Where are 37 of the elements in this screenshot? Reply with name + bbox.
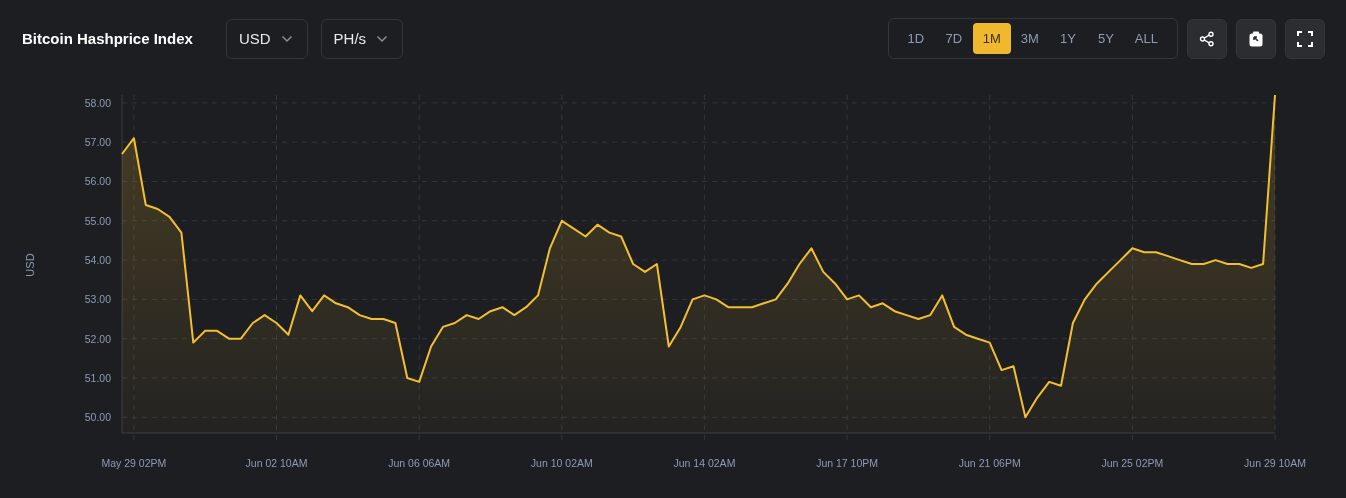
chevron-icon (280, 34, 293, 43)
share-button[interactable] (1187, 18, 1227, 59)
x-axis-label: May 29 02PM (101, 457, 167, 469)
range-tab[interactable]: ALL (1124, 23, 1168, 54)
range-tab[interactable]: 1D (896, 23, 935, 54)
y-axis-title: USD (24, 253, 36, 277)
clipboard-icon (1249, 30, 1263, 47)
y-axis-label: 54.00 (84, 254, 111, 267)
chevron-icon (376, 34, 389, 43)
fullscreen-button[interactable] (1285, 18, 1325, 59)
fullscreen-icon (1297, 30, 1313, 47)
unit-dropdown[interactable]: PH/s (320, 18, 404, 59)
x-axis-label: Jun 21 06PM (958, 457, 1021, 469)
range-tab[interactable]: 1M (972, 23, 1011, 54)
y-axis-label: 55.00 (84, 214, 111, 227)
x-axis-label: Jun 14 02AM (673, 457, 736, 469)
x-axis-label: Jun 17 10PM (816, 457, 878, 469)
y-axis-label: 50.00 (84, 411, 111, 424)
x-axis-label: Jun 02 10AM (245, 457, 308, 469)
y-axis-label: 56.00 (84, 175, 111, 188)
range-tab[interactable]: 3M (1010, 23, 1049, 54)
x-axis-label: Jun 10 02AM (530, 457, 593, 469)
range-tab[interactable]: 7D (934, 23, 973, 54)
x-axis-label: Jun 25 02PM (1101, 457, 1164, 469)
y-axis-label: 51.00 (84, 372, 111, 384)
x-axis-label: Jun 29 10AM (1244, 457, 1306, 469)
y-axis-label: 52.00 (84, 332, 111, 345)
range-tab[interactable]: 5Y (1086, 23, 1125, 54)
y-axis-label: 53.00 (84, 293, 111, 306)
range-tab[interactable]: 1Y (1048, 23, 1087, 54)
clipboard-button[interactable] (1236, 18, 1276, 59)
share-icon (1199, 30, 1215, 47)
currency-dropdown[interactable]: USD (225, 18, 308, 59)
y-axis-label: 57.00 (84, 136, 111, 149)
chart-title: Bitcoin Hashprice Index (22, 30, 193, 47)
x-axis-label: Jun 06 06AM (388, 457, 451, 469)
y-axis-label: 58.00 (84, 96, 111, 109)
